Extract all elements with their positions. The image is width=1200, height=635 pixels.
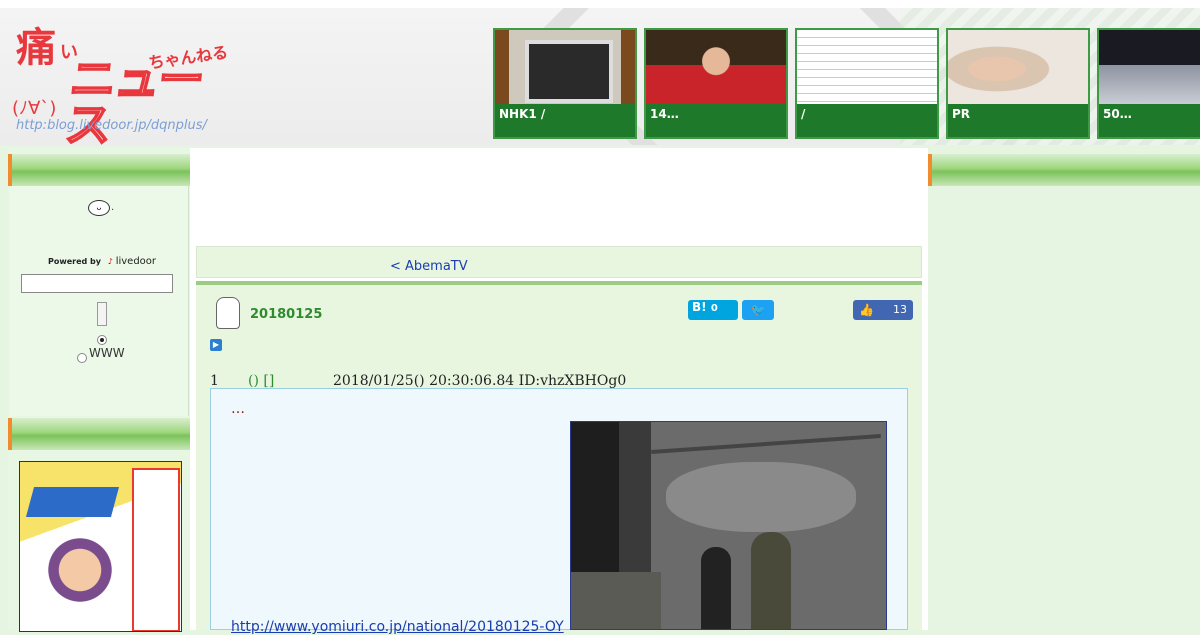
thumbnail-1[interactable]: NHK1 / [493,28,637,139]
sidebar-dot: . [111,202,115,213]
powered-by: Powered by ♪ livedoor [48,256,156,267]
like-button[interactable]: 👍 13 [853,300,913,320]
sidebar-section-bar [8,418,190,450]
radio-site[interactable] [97,335,107,345]
rotor-shape [651,433,881,455]
sidebar-header-bar [8,154,190,186]
logo-kanji: 痛 [16,24,56,71]
like-count: 13 [893,303,907,316]
hatena-count: 0 [710,303,718,314]
powered-by-label: Powered by [48,257,101,266]
post-number: 1 [210,373,219,389]
twitter-share-button[interactable]: 🐦 [742,300,774,320]
search-button[interactable] [97,302,107,326]
search-input[interactable] [21,274,173,293]
site-logo[interactable]: 痛 い ちゃんねる ニュース (ﾉ∀`) http:blog.livedoor.… [10,24,230,146]
hatena-label: B! [692,300,707,314]
thumbnail-2[interactable]: 14… [644,28,788,139]
logo-url: http:blog.livedoor.jp/dqnplus/ [16,118,207,133]
thumbnail-3[interactable]: / [795,28,939,139]
post-meta: 2018/01/25() 20:30:06.84 ID:vhzXBHOg0 [333,373,627,389]
hatena-bookmark-button[interactable]: B! 0 [688,300,738,320]
book-title-block [132,468,180,631]
thumbnail-caption: NHK1 / [495,104,635,137]
woman-portrait-photo [948,30,1088,108]
tweet-screenshot [797,30,937,108]
livedoor-label: livedoor [115,256,157,267]
radio-www-label: WWW [89,346,125,360]
face-icon: ᴗ [88,200,110,216]
thumbnail-caption: PR [948,104,1088,137]
book-logo [25,487,120,517]
radio-www[interactable] [77,353,87,363]
thumbnail-caption: / [797,104,937,137]
thumbnail-caption: 14… [646,104,786,137]
thumbnail-5[interactable]: 50… [1097,28,1200,139]
article-date: 20180125 [250,307,323,322]
post-text: … [231,401,245,417]
news-photo[interactable] [570,421,887,630]
tv-photo [495,30,635,108]
right-sidebar [928,148,1200,630]
post-avatar [216,297,240,329]
helicopter-shape [666,462,856,532]
snow-street-photo [1099,30,1200,108]
vehicle-shape [571,572,661,629]
book-ad-banner[interactable] [19,461,182,632]
thumbs-up-icon: 👍 [859,303,874,317]
logo-face: (ﾉ∀`) [12,98,57,119]
thumbnail-caption: 50… [1099,104,1200,137]
twitter-icon: 🐦 [750,303,766,317]
post-name: () [] [248,373,275,389]
site-header: 痛 い ちゃんねる ニュース (ﾉ∀`) http:blog.livedoor.… [0,0,1200,145]
prev-article-link[interactable]: < AbemaTV [390,255,520,274]
thumbnail-4[interactable]: PR [946,28,1090,139]
right-header-bar [928,154,1200,186]
book-character [40,532,120,627]
article-nav-bar: < AbemaTV [196,246,922,278]
source-link[interactable]: http://www.yomiuri.co.jp/national/201801… [231,619,564,635]
play-icon[interactable]: ▶ [210,339,222,351]
table-tennis-photo [646,30,786,108]
soldier-shape [751,532,791,629]
sidebar-search-panel: ᴗ . Powered by ♪ livedoor WWW [10,186,189,416]
person-shape [701,547,731,629]
livedoor-icon: ♪ [107,257,113,266]
